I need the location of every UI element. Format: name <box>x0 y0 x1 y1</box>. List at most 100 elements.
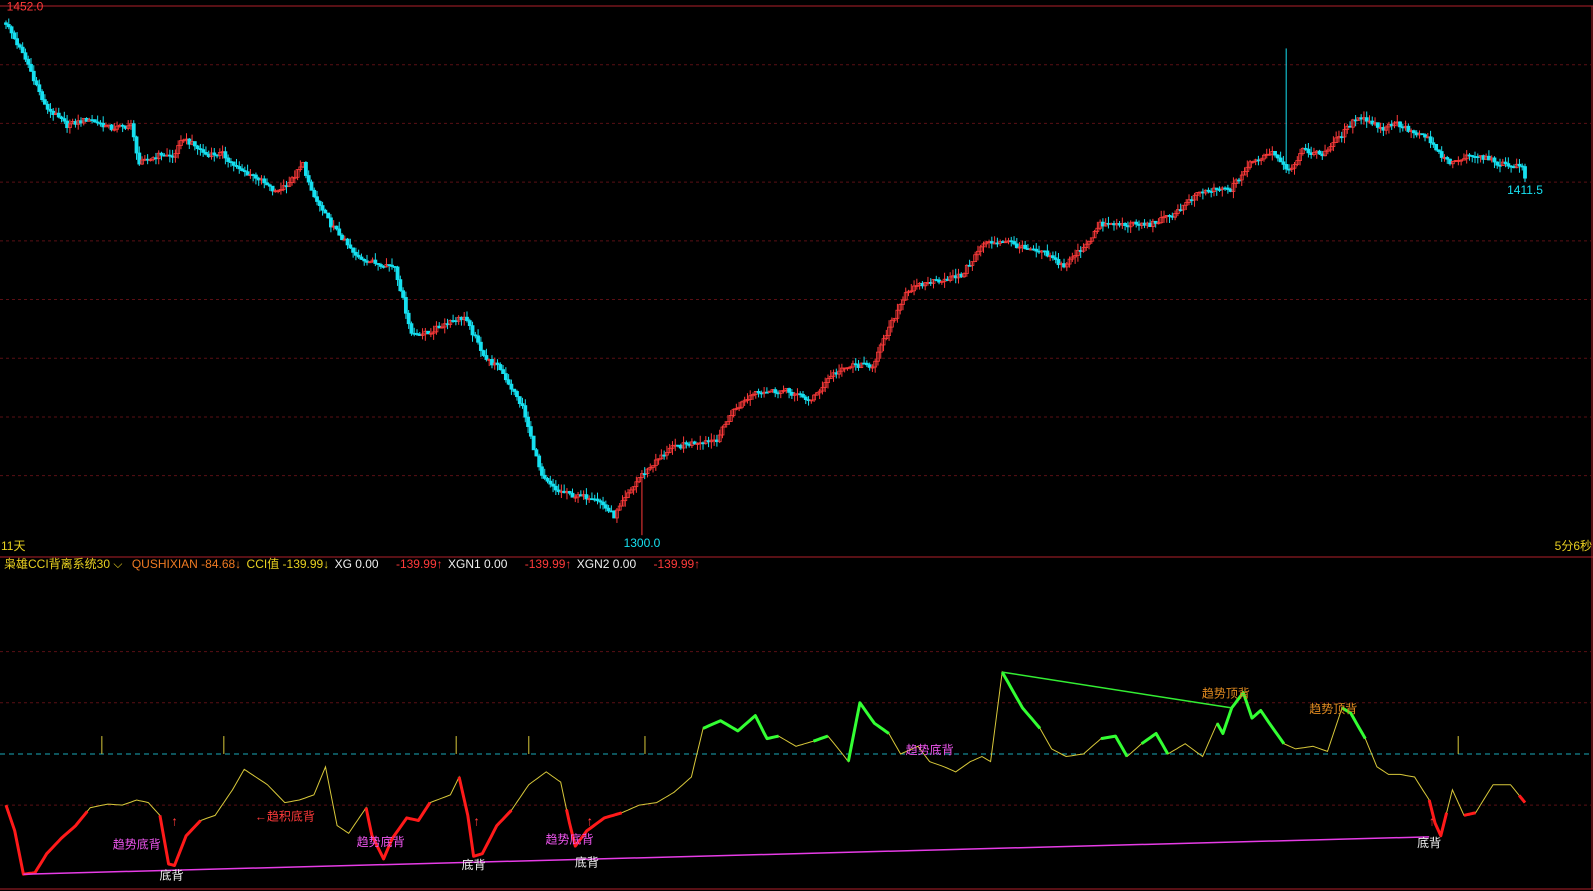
candle-body <box>1284 164 1289 170</box>
divergence-label: 趋势底背 <box>545 832 593 847</box>
overbought-segment <box>1140 732 1170 755</box>
candle-body <box>498 364 503 371</box>
candle-body <box>37 84 42 93</box>
candle-body <box>134 136 139 154</box>
oversold-segment <box>457 776 513 858</box>
candle-body <box>34 80 39 86</box>
candle-body <box>517 396 522 404</box>
legend-item-xgn1: XGN1 0.00 <box>448 557 508 571</box>
legend-item-xgn1-value: -139.99↑ <box>525 557 572 571</box>
candle-body <box>406 312 411 325</box>
candle-body <box>42 99 47 105</box>
divergence-label: ↑ <box>1429 814 1436 829</box>
candle-body <box>545 477 550 482</box>
candle-body <box>1375 122 1380 128</box>
candle-body <box>1023 244 1028 249</box>
candle-body <box>26 58 31 65</box>
candle-body <box>1398 121 1402 128</box>
candle-body <box>484 355 489 360</box>
candle-body <box>603 504 608 509</box>
candle-body <box>542 474 547 479</box>
candle-body <box>262 178 267 184</box>
candle-body <box>1428 136 1433 144</box>
divergence-label: ↑ <box>171 814 178 829</box>
candle-body <box>773 389 778 394</box>
candle-body <box>1492 157 1497 163</box>
legend-item-xg-value: -139.99↑ <box>396 557 443 571</box>
overbought-segment <box>812 734 829 743</box>
candle-body <box>312 189 317 198</box>
candle-body <box>9 26 14 34</box>
period-label: 11天 <box>1 539 25 553</box>
candle-body <box>506 379 511 385</box>
candle-body <box>320 205 325 211</box>
chevron-down-icon[interactable]: ⌵ <box>113 557 122 571</box>
candle-body <box>201 149 206 153</box>
indicator-annotations: 趋势底背底背↑ ←趋积底背趋势底背底背↑趋势底背底背↑趋势底背趋势顶背趋势顶背底背… <box>113 687 1441 883</box>
overbought-segment <box>1100 734 1129 758</box>
candle-body <box>570 492 575 498</box>
candle-body <box>334 225 339 230</box>
candle-body <box>467 320 472 327</box>
candle-body <box>45 103 50 110</box>
candle-body <box>195 145 200 150</box>
candle-body <box>403 297 408 314</box>
candle-body <box>326 212 331 219</box>
candle-body <box>398 279 403 292</box>
candle-body <box>306 175 311 183</box>
candle-body <box>470 325 475 336</box>
overbought-segment <box>846 701 890 762</box>
candle-body <box>309 181 314 191</box>
candle-body <box>537 455 542 468</box>
candle-body <box>351 247 356 253</box>
candle-body <box>348 244 353 249</box>
divergence-label: 底背 <box>462 857 486 872</box>
candle-body <box>31 70 36 82</box>
candle-body <box>40 91 45 101</box>
countdown-label: 5分6秒 <box>1555 539 1592 553</box>
candle-body <box>323 209 328 214</box>
candle-body <box>15 38 20 46</box>
candle-body <box>1306 148 1311 154</box>
candle-body <box>231 161 236 166</box>
candle-body <box>528 426 533 437</box>
indicator-name: 枭雄CCI背离系统30 <box>4 556 110 571</box>
candle-body <box>20 46 25 54</box>
candlestick-series <box>4 18 1527 536</box>
candle-body <box>1278 157 1283 163</box>
candle-body <box>192 141 197 147</box>
candle-body <box>1275 154 1280 159</box>
candle-body <box>801 393 805 398</box>
candle-body <box>553 485 558 491</box>
candle-body <box>56 112 61 118</box>
candle-body <box>509 383 514 390</box>
candle-body <box>270 185 275 192</box>
legend-item-cci: CCI值 -139.99↓ <box>247 556 330 571</box>
candle-body <box>465 316 469 322</box>
candle-body <box>223 151 228 159</box>
candle-body <box>1317 150 1322 155</box>
candle-body <box>523 405 528 418</box>
candle-body <box>315 196 319 202</box>
candle-body <box>501 369 505 375</box>
chart-canvas: 趋势底背底背↑ ←趋积底背趋势底背底背↑趋势底背底背↑趋势底背趋势顶背趋势顶背底背… <box>0 0 1593 890</box>
oversold-segment <box>1463 811 1476 817</box>
svg-text:枭雄CCI背离系统30 ⌵ QUS: 枭雄CCI背离系统30 ⌵ QUSHIXIAN -84.68↓ CCI值 -13… <box>4 556 700 571</box>
candle-body <box>476 335 480 343</box>
low-price-label: 1300.0 <box>624 536 661 550</box>
divergence-label: ←趋积底背 <box>255 808 315 823</box>
candle-body <box>337 228 342 236</box>
frame <box>0 5 1593 890</box>
divergence-label: 趋势顶背 <box>1309 702 1357 716</box>
oversold-segment <box>1518 794 1527 804</box>
indicator-grid <box>0 651 1593 806</box>
candle-body <box>226 157 231 162</box>
bottom-divergence-trendline <box>23 836 1430 875</box>
divergence-label: 底背 <box>160 867 184 882</box>
candle-body <box>373 259 378 264</box>
oversold-segment <box>4 804 89 876</box>
candle-body <box>12 32 17 40</box>
indicator-legend: 枭雄CCI背离系统30 ⌵ QUSHIXIAN -84.68↓ CCI值 -13… <box>4 556 700 571</box>
last-price-label: 1411.5 <box>1507 183 1543 197</box>
divergence-label: 趋势顶背 <box>1202 687 1250 701</box>
